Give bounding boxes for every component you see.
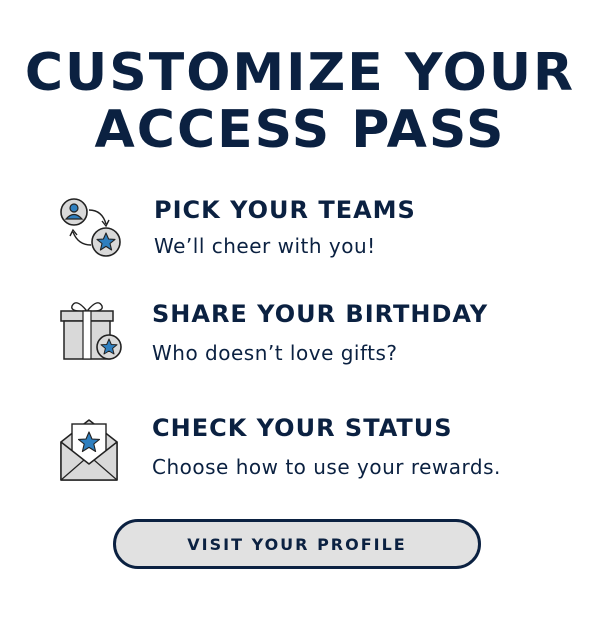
step-subtitle: Who doesn’t love gifts?	[152, 341, 398, 365]
step-share-birthday: SHARE YOUR BIRTHDAY Who doesn’t love gif…	[0, 294, 600, 374]
headline-line-2: ACCESS PASS	[94, 100, 506, 160]
step-title: SHARE YOUR BIRTHDAY	[152, 300, 489, 328]
step-subtitle: We’ll cheer with you!	[154, 234, 376, 258]
teams-swap-icon	[60, 198, 121, 257]
step-subtitle: Choose how to use your rewards.	[152, 455, 501, 479]
access-pass-card: CUSTOMIZE YOUR ACCESS PASS PICK YOUR TEA…	[0, 0, 600, 630]
step-check-status: CHECK YOUR STATUS Choose how to use your…	[0, 410, 600, 490]
visit-profile-button-label: VISIT YOUR PROFILE	[187, 534, 407, 554]
headline-line-1: CUSTOMIZE YOUR	[24, 43, 576, 103]
step-pick-teams: PICK YOUR TEAMS We’ll cheer with you!	[0, 190, 600, 270]
envelope-star-icon	[60, 419, 118, 481]
visit-profile-button[interactable]: VISIT YOUR PROFILE	[113, 519, 481, 569]
step-title: PICK YOUR TEAMS	[154, 196, 416, 224]
gift-icon	[60, 302, 122, 360]
step-title: CHECK YOUR STATUS	[152, 414, 453, 442]
